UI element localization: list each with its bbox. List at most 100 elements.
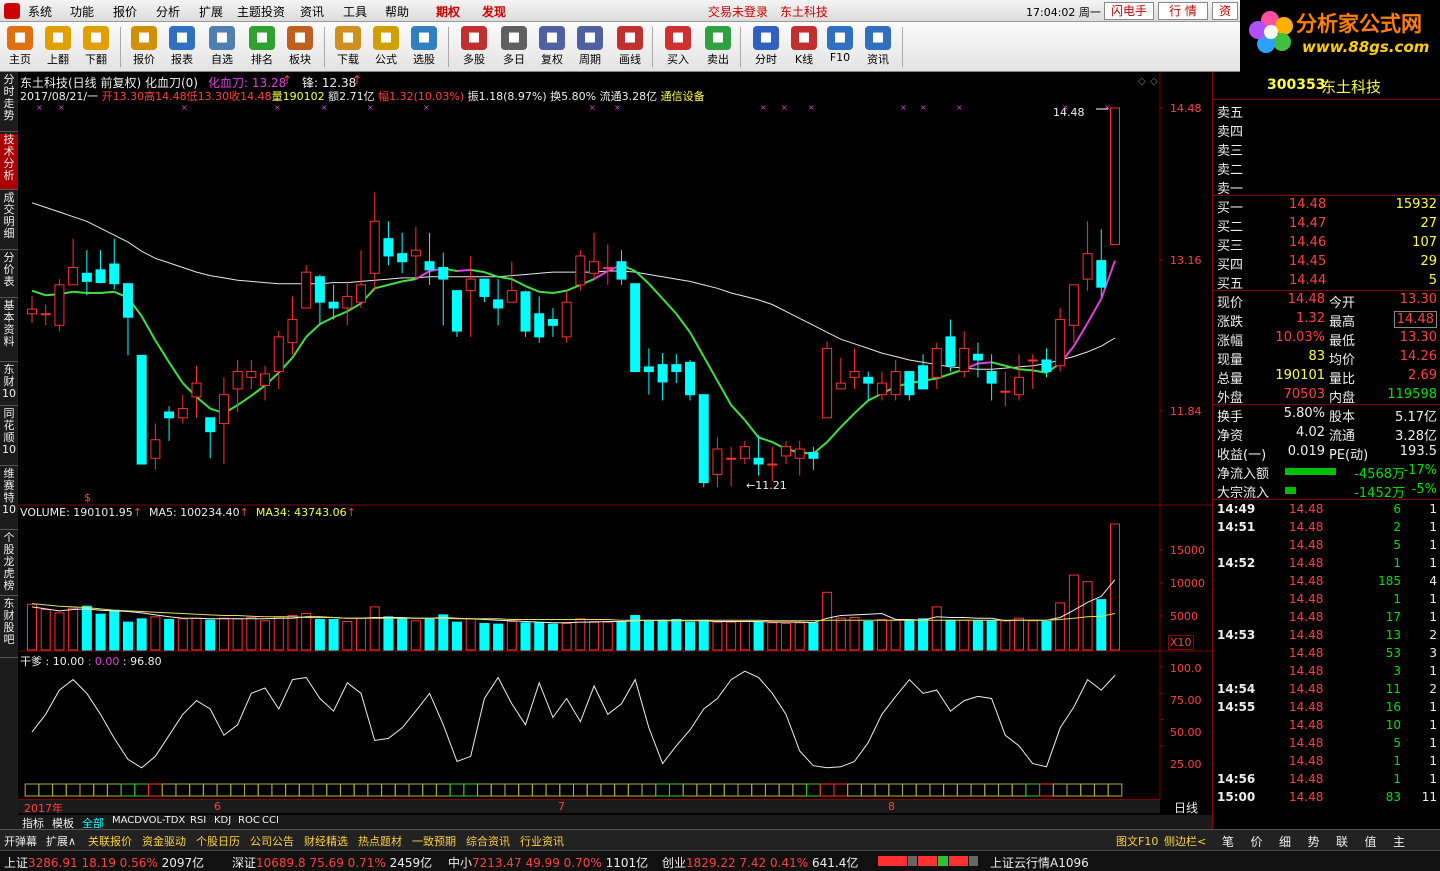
sh-index[interactable]: 上证3286.91 18.19 0.56% 2097亿	[4, 854, 204, 871]
market-button[interactable]: 行 情	[1158, 2, 1208, 20]
stat-value: 14.48	[1393, 311, 1437, 328]
bottom-tab-8[interactable]: 一致预期	[412, 833, 456, 849]
right-panel-tab-6[interactable]: 主	[1393, 833, 1405, 850]
toolbar-arrow-down-button[interactable]: ■ 下翻	[78, 24, 114, 70]
chart-canvas[interactable]: × × × × × × × × × × × × × × × × ×◇ ◇	[18, 72, 1212, 829]
toolbar-buy-button[interactable]: ■ 买入	[660, 24, 696, 70]
ask-row[interactable]: 卖四	[1213, 120, 1440, 140]
indicator-tab-cci[interactable]: CCI	[262, 815, 279, 826]
indicator-tab-macd[interactable]: MACD	[112, 815, 142, 826]
toolbar-yen-button[interactable]: ■ 报价	[126, 24, 162, 70]
right-panel-tab-5[interactable]: 值	[1365, 833, 1377, 850]
bottom-tab-0[interactable]: 开弹幕	[4, 833, 37, 849]
menu-function[interactable]: 功能	[70, 3, 94, 20]
menu-tools[interactable]: 工具	[343, 3, 367, 20]
left-tab-8[interactable]: 个股龙虎榜	[0, 532, 18, 596]
menu-news[interactable]: 资讯	[300, 3, 324, 20]
toolbar-draw-line-button[interactable]: ■ 画线	[612, 24, 648, 70]
ask-row[interactable]: 卖一	[1213, 177, 1440, 197]
menu-options[interactable]: 期权	[436, 3, 460, 20]
right-panel-tab-4[interactable]: 联	[1336, 833, 1348, 850]
bottom-right-tab-0[interactable]: 图文F10	[1116, 833, 1158, 849]
indicator-tab-kdj[interactable]: KDJ	[214, 815, 231, 826]
osc-signal-cell	[888, 783, 904, 797]
toolbar-f8-button[interactable]: ■ 周期	[572, 24, 608, 70]
stock-name-link[interactable]: 东土科技	[780, 3, 828, 20]
app-icon[interactable]	[4, 3, 20, 19]
bottom-tab-6[interactable]: 财经精选	[304, 833, 348, 849]
ask-row[interactable]: 卖二	[1213, 158, 1440, 178]
cy-index[interactable]: 创业1829.22 7.42 0.41% 641.4亿	[662, 854, 858, 871]
left-tab-4[interactable]: 基本资料	[0, 300, 18, 362]
toolbar-restore-button[interactable]: ■ 复权	[534, 24, 570, 70]
toolbar-arrow-up-button[interactable]: ■ 上翻	[40, 24, 76, 70]
menu-theme-investing[interactable]: 主题投资	[237, 3, 285, 20]
stat-row: 总量 190101 量比 2.69	[1213, 367, 1440, 387]
left-tab-7[interactable]: 维赛特10	[0, 468, 18, 530]
left-tab-3[interactable]: 分价表	[0, 252, 18, 298]
bottom-tab-10[interactable]: 行业资讯	[520, 833, 564, 849]
sz-index[interactable]: 深证10689.8 75.69 0.71% 2459亿	[232, 854, 432, 871]
corner-diamond-icon: ◇	[1138, 76, 1146, 87]
indicator-tab-vol-tdx[interactable]: VOL-TDX	[142, 815, 185, 826]
left-tab-1[interactable]: 技术分析	[0, 134, 18, 190]
right-panel-tab-3[interactable]: 势	[1308, 833, 1320, 850]
indicator-tab-rsi[interactable]: RSI	[190, 815, 206, 826]
toolbar-news-button[interactable]: ■ 资讯	[860, 24, 896, 70]
info-industry[interactable]: 通信设备	[661, 90, 705, 103]
period-label[interactable]: 日线	[1174, 799, 1198, 816]
toolbar-block-button[interactable]: ■ 板块	[282, 24, 318, 70]
toolbar-download-button[interactable]: ■ 下载	[330, 24, 366, 70]
bid-row[interactable]: 买二 14.47 27	[1213, 215, 1440, 235]
left-tab-9[interactable]: 东财股吧	[0, 598, 18, 658]
right-panel-tab-2[interactable]: 细	[1279, 833, 1291, 850]
bottom-tab-7[interactable]: 热点题材	[358, 833, 402, 849]
info-button[interactable]: 资	[1212, 2, 1238, 20]
left-tab-0[interactable]: 分时走势	[0, 74, 18, 132]
left-tab-6[interactable]: 同花顺10	[0, 408, 18, 466]
right-panel-tab-0[interactable]: 笔	[1222, 833, 1234, 850]
kline-chart[interactable]: × × × × × × × × × × × × × × × × × ◇ ◇ 东土科技(日线 前复权) 化血刀(0) …	[18, 72, 1212, 830]
osc-signal-cell	[545, 783, 561, 797]
menu-analysis[interactable]: 分析	[156, 3, 180, 20]
stat-label: 收益(一)	[1217, 448, 1267, 463]
menu-system[interactable]: 系统	[28, 3, 52, 20]
bottom-tab-5[interactable]: 公司公告	[250, 833, 294, 849]
toolbar-minute-chart-button[interactable]: ■ 分时	[748, 24, 784, 70]
bottom-right-tab-1[interactable]: 侧边栏<	[1164, 833, 1206, 849]
bottom-tab-4[interactable]: 个股日历	[196, 833, 240, 849]
left-tab-5[interactable]: 东财10	[0, 364, 18, 406]
toolbar-home-button[interactable]: ■ 主页	[2, 24, 38, 70]
toolbar-formula-button[interactable]: ■ 公式	[368, 24, 404, 70]
toolbar-f6-button[interactable]: ■ 自选	[204, 24, 240, 70]
bottom-tab-1[interactable]: 扩展∧	[46, 833, 76, 849]
bid-row[interactable]: 买三 14.46 107	[1213, 234, 1440, 254]
right-panel-tab-1[interactable]: 价	[1251, 833, 1263, 850]
menu-help[interactable]: 帮助	[385, 3, 409, 20]
bid-row[interactable]: 买四 14.45 29	[1213, 253, 1440, 273]
bottom-tab-2[interactable]: 关联报价	[88, 833, 132, 849]
toolbar-kline-button[interactable]: ■ K线	[786, 24, 822, 70]
indicator-tab-roc[interactable]: ROC	[238, 815, 260, 826]
toolbar-report-button[interactable]: ■ 报表	[164, 24, 200, 70]
toolbar-select-stock-button[interactable]: ■ 选股	[406, 24, 442, 70]
left-tab-2[interactable]: 成交明细	[0, 192, 18, 250]
ask-row[interactable]: 卖五	[1213, 101, 1440, 121]
flash-trade-button[interactable]: 闪电手	[1104, 2, 1154, 20]
bottom-tab-3[interactable]: 资金驱动	[142, 833, 186, 849]
toolbar-clock-button[interactable]: ■ 多日	[496, 24, 532, 70]
volume-bar	[205, 619, 216, 651]
toolbar-sell-button[interactable]: ■ 卖出	[700, 24, 736, 70]
menu-discover[interactable]: 发现	[482, 3, 506, 20]
menu-extend[interactable]: 扩展	[199, 3, 223, 20]
bid-row[interactable]: 买五 14.44 5	[1213, 272, 1440, 292]
toolbar-multi-stock-button[interactable]: ■ 多股	[456, 24, 492, 70]
trade-login-link[interactable]: 交易未登录	[708, 3, 768, 20]
toolbar-f10-button[interactable]: ■ F10	[822, 24, 858, 70]
ask-row[interactable]: 卖三	[1213, 139, 1440, 159]
bid-row[interactable]: 买一 14.48 15932	[1213, 196, 1440, 216]
zx-index[interactable]: 中小7213.47 49.99 0.70% 1101亿	[448, 854, 648, 871]
bottom-tab-9[interactable]: 综合资讯	[466, 833, 510, 849]
menu-quote[interactable]: 报价	[113, 3, 137, 20]
toolbar-rank-button[interactable]: ■ 排名	[244, 24, 280, 70]
